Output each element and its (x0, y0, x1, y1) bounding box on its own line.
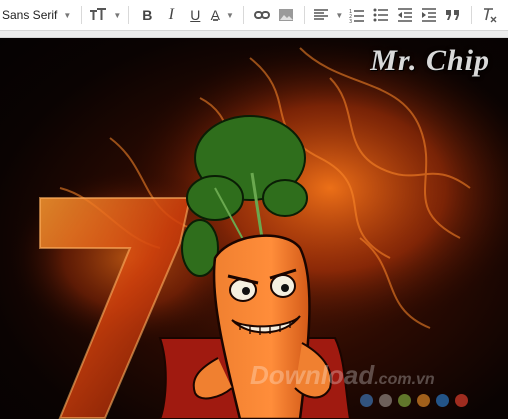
bulleted-list-icon (373, 8, 389, 22)
text-color-icon: A (211, 7, 220, 23)
chevron-down-icon: ▼ (225, 10, 234, 20)
chevron-down-icon: ▼ (63, 10, 72, 20)
editor-top-border (0, 30, 508, 38)
image-icon (279, 9, 294, 21)
watermark-dot (398, 394, 411, 407)
toolbar-divider (304, 6, 306, 24)
remove-formatting-icon (484, 8, 497, 23)
watermark-dot (379, 394, 392, 407)
link-icon (254, 11, 271, 19)
italic-button[interactable]: I (159, 3, 183, 27)
insert-link-button[interactable] (250, 3, 274, 27)
align-icon (314, 9, 329, 20)
watermark-dot (417, 394, 430, 407)
watermark-dot (455, 394, 468, 407)
indent-less-button[interactable] (393, 3, 417, 27)
numbered-list-button[interactable]: 123 (345, 3, 369, 27)
font-size-icon (90, 8, 107, 20)
toolbar-divider (471, 6, 473, 24)
watermark-dots (360, 394, 468, 407)
remove-formatting-button[interactable] (478, 3, 502, 27)
formatting-toolbar: Sans Serif ▼ ▼ B I U A ▼ ▼ 123 (0, 0, 508, 30)
image-caption-text: Mr. Chip (370, 44, 490, 77)
watermark-word: Download (250, 360, 375, 390)
indent-less-icon (398, 8, 413, 22)
font-size-button[interactable]: ▼ (88, 3, 122, 27)
watermark-text: Download.com.vn (250, 360, 435, 391)
indent-more-button[interactable] (417, 3, 441, 27)
quote-button[interactable] (441, 3, 465, 27)
chevron-down-icon: ▼ (113, 10, 122, 20)
bold-button[interactable]: B (135, 3, 159, 27)
numbered-list-icon: 123 (349, 9, 365, 23)
font-family-select[interactable]: Sans Serif ▼ (2, 3, 75, 27)
text-color-button[interactable]: A ▼ (207, 3, 237, 27)
inserted-image[interactable]: Mr. Chip Download.com.vn (0, 38, 508, 419)
watermark-dot (360, 394, 373, 407)
svg-text:3: 3 (349, 19, 352, 23)
chevron-down-icon: ▼ (335, 10, 344, 20)
toolbar-divider (243, 6, 245, 24)
watermark-dot (436, 394, 449, 407)
bulleted-list-button[interactable] (369, 3, 393, 27)
toolbar-divider (128, 6, 130, 24)
underline-button[interactable]: U (183, 3, 207, 27)
align-button[interactable]: ▼ (311, 3, 345, 27)
watermark-domain: .com.vn (374, 371, 435, 388)
insert-image-button[interactable] (274, 3, 298, 27)
indent-more-icon (422, 8, 437, 22)
quote-icon (446, 10, 460, 20)
toolbar-divider (81, 6, 83, 24)
font-family-label: Sans Serif (2, 8, 58, 22)
